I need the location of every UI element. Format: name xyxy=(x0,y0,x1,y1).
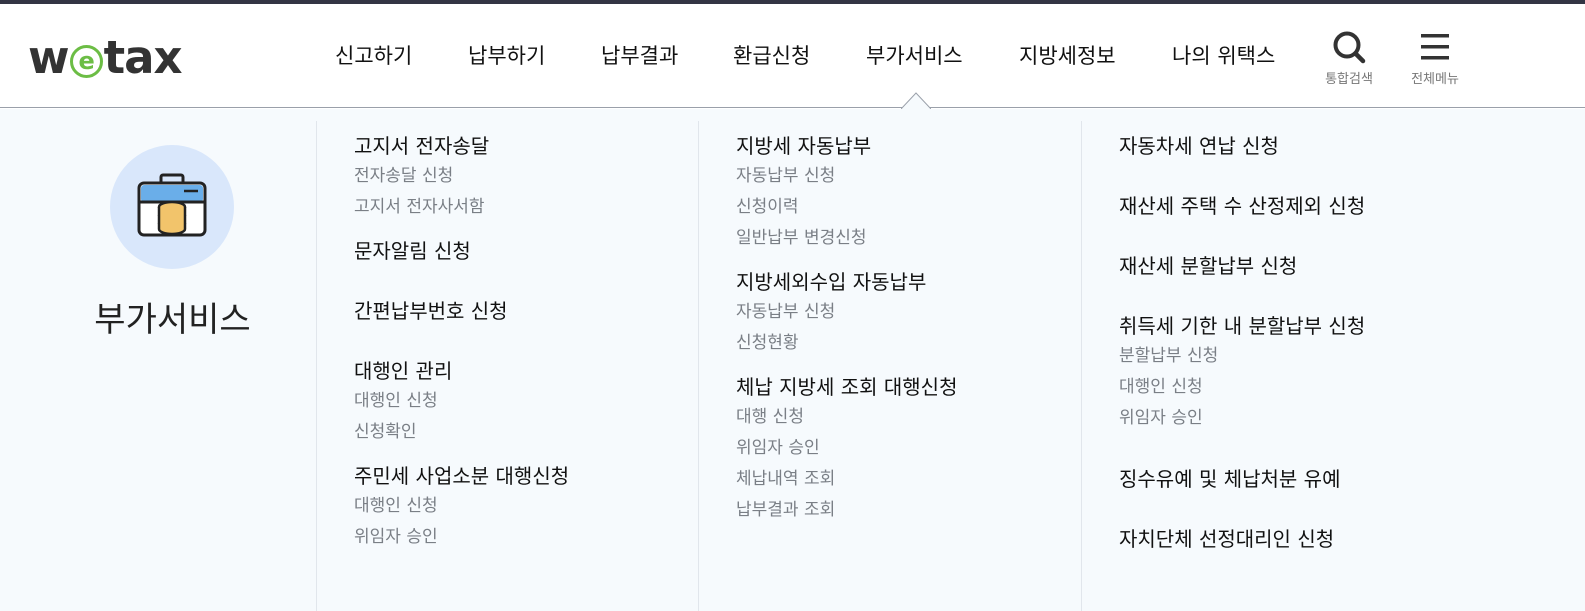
menu-group-title[interactable]: 문자알림 신청 xyxy=(354,236,724,266)
menu-subitem[interactable]: 체납내역 조회 xyxy=(736,464,1106,495)
menu-group: 지방세 자동납부 자동납부 신청 신청이력 일반납부 변경신청 xyxy=(736,131,1106,254)
menu-subitem[interactable]: 전자송달 신청 xyxy=(354,161,724,192)
search-button-label: 통합검색 xyxy=(1325,72,1373,87)
gnb-item-local-tax-info[interactable]: 지방세정보 xyxy=(1019,40,1116,70)
menu-group-title[interactable]: 주민세 사업소분 대행신청 xyxy=(354,461,724,491)
menu-subitem[interactable]: 분할납부 신청 xyxy=(1119,341,1489,372)
menu-group: 체납 지방세 조회 대행신청 대행 신청 위임자 승인 체납내역 조회 납부결과… xyxy=(736,372,1106,526)
briefcase-coins-icon xyxy=(137,173,207,237)
all-menu-button-label: 전체메뉴 xyxy=(1411,72,1459,87)
hamburger-menu-icon xyxy=(1421,34,1449,60)
all-menu-button[interactable]: 전체메뉴 xyxy=(1404,30,1466,87)
menu-group: 문자알림 신청 xyxy=(354,236,724,266)
menu-group-title[interactable]: 체납 지방세 조회 대행신청 xyxy=(736,372,1106,402)
menu-group: 재산세 분할납부 신청 xyxy=(1119,251,1489,281)
menu-subitem[interactable]: 위임자 승인 xyxy=(354,522,724,553)
menu-group: 주민세 사업소분 대행신청 대행인 신청 위임자 승인 xyxy=(354,461,724,553)
gnb-item-additional-services[interactable]: 부가서비스 xyxy=(866,40,963,70)
menu-subitem[interactable]: 대행인 신청 xyxy=(354,386,724,417)
menu-subitem[interactable]: 신청이력 xyxy=(736,192,1106,223)
menu-column-1: 고지서 전자송달 전자송달 신청 고지서 전자사서함 문자알림 신청 간편납부번… xyxy=(354,131,724,553)
gnb-item-refund[interactable]: 환급신청 xyxy=(733,40,810,70)
section-badge xyxy=(110,145,234,269)
section-title: 부가서비스 xyxy=(94,300,251,340)
menu-subitem[interactable]: 위임자 승인 xyxy=(736,433,1106,464)
search-icon xyxy=(1333,31,1366,64)
menu-subitem[interactable]: 대행인 신청 xyxy=(354,491,724,522)
search-button[interactable]: 통합검색 xyxy=(1318,30,1380,87)
menu-group-title[interactable]: 고지서 전자송달 xyxy=(354,131,724,161)
gnb-item-payment-result[interactable]: 납부결과 xyxy=(601,40,678,70)
menu-group-title[interactable]: 간편납부번호 신청 xyxy=(354,296,724,326)
menu-group-title[interactable]: 대행인 관리 xyxy=(354,356,724,386)
menu-subitem[interactable]: 신청확인 xyxy=(354,417,724,448)
main-navigation: 신고하기 납부하기 납부결과 환급신청 부가서비스 지방세정보 나의 위택스 통… xyxy=(0,4,1585,108)
menu-subitem[interactable]: 자동납부 신청 xyxy=(736,161,1106,192)
menu-group: 자동차세 연납 신청 xyxy=(1119,131,1489,161)
gnb-item-pay[interactable]: 납부하기 xyxy=(468,40,545,70)
menu-subitem[interactable]: 납부결과 조회 xyxy=(736,495,1106,526)
menu-subitem[interactable]: 위임자 승인 xyxy=(1119,403,1489,434)
gnb-item-my-wetax[interactable]: 나의 위택스 xyxy=(1172,40,1275,70)
menu-group-title[interactable]: 취득세 기한 내 분할납부 신청 xyxy=(1119,311,1489,341)
menu-group-title[interactable]: 지방세외수입 자동납부 xyxy=(736,267,1106,297)
gnb-item-report[interactable]: 신고하기 xyxy=(335,40,412,70)
menu-subitem[interactable]: 일반납부 변경신청 xyxy=(736,223,1106,254)
menu-group: 재산세 주택 수 산정제외 신청 xyxy=(1119,191,1489,221)
menu-column-3: 자동차세 연납 신청 재산세 주택 수 산정제외 신청 재산세 분할납부 신청 … xyxy=(1119,131,1489,554)
mega-menu-panel: 부가서비스 고지서 전자송달 전자송달 신청 고지서 전자사서함 문자알림 신청… xyxy=(0,109,1585,611)
menu-group: 간편납부번호 신청 xyxy=(354,296,724,326)
menu-group-title[interactable]: 지방세 자동납부 xyxy=(736,131,1106,161)
column-divider xyxy=(316,121,317,611)
menu-column-2: 지방세 자동납부 자동납부 신청 신청이력 일반납부 변경신청 지방세외수입 자… xyxy=(736,131,1106,526)
menu-subitem[interactable]: 대행 신청 xyxy=(736,402,1106,433)
menu-group-title[interactable]: 자동차세 연납 신청 xyxy=(1119,131,1489,161)
active-menu-caret xyxy=(901,92,931,109)
menu-group-title[interactable]: 징수유예 및 체납처분 유예 xyxy=(1119,464,1489,494)
menu-group-title[interactable]: 재산세 분할납부 신청 xyxy=(1119,251,1489,281)
menu-group: 대행인 관리 대행인 신청 신청확인 xyxy=(354,356,724,448)
menu-group: 취득세 기한 내 분할납부 신청 분할납부 신청 대행인 신청 위임자 승인 xyxy=(1119,311,1489,434)
menu-group: 지방세외수입 자동납부 자동납부 신청 신청현황 xyxy=(736,267,1106,359)
menu-subitem[interactable]: 고지서 전자사서함 xyxy=(354,192,724,223)
menu-group: 자치단체 선정대리인 신청 xyxy=(1119,524,1489,554)
menu-group: 징수유예 및 체납처분 유예 xyxy=(1119,464,1489,494)
menu-subitem[interactable]: 대행인 신청 xyxy=(1119,372,1489,403)
menu-group-title[interactable]: 자치단체 선정대리인 신청 xyxy=(1119,524,1489,554)
menu-subitem[interactable]: 자동납부 신청 xyxy=(736,297,1106,328)
menu-group: 고지서 전자송달 전자송달 신청 고지서 전자사서함 xyxy=(354,131,724,223)
menu-subitem[interactable]: 신청현황 xyxy=(736,328,1106,359)
menu-group-title[interactable]: 재산세 주택 수 산정제외 신청 xyxy=(1119,191,1489,221)
